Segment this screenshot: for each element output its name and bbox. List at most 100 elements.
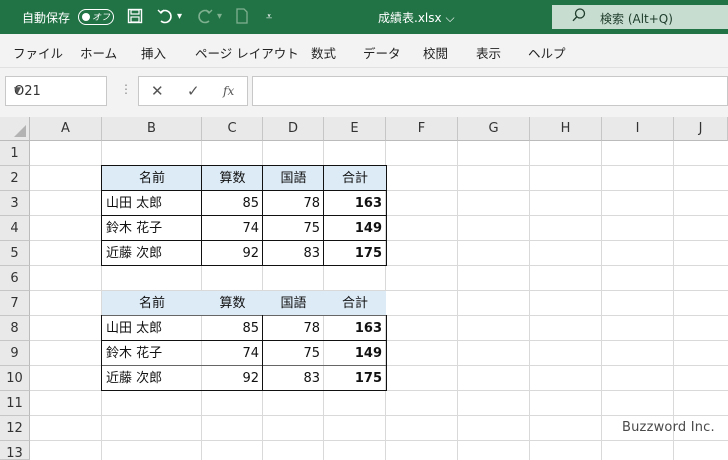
table1-header-japanese[interactable]: 国語 <box>263 166 324 191</box>
redo-icon[interactable] <box>196 8 214 28</box>
search-placeholder: 検索 (Alt+Q) <box>600 12 673 26</box>
column-header-f[interactable]: F <box>386 117 458 141</box>
autosave-toggle[interactable]: オフ <box>78 9 114 25</box>
row-header-12[interactable]: 12 <box>0 416 30 441</box>
redo-dropdown-icon[interactable]: ▾ <box>217 8 222 26</box>
tab-page-layout[interactable]: ページ レイアウト <box>195 43 299 62</box>
table2-cell-total[interactable]: 149 <box>324 341 386 366</box>
table2-cell-total[interactable]: 163 <box>324 316 386 341</box>
column-header-a[interactable]: A <box>30 117 102 141</box>
tab-formulas[interactable]: 数式 <box>311 43 336 62</box>
tab-data[interactable]: データ <box>363 43 401 62</box>
row-header-11[interactable]: 11 <box>0 391 30 416</box>
autosave-label: 自動保存 <box>22 11 71 25</box>
customize-qat-icon[interactable]: ⩡ <box>266 8 272 26</box>
table1-cell-japanese[interactable]: 83 <box>263 241 324 266</box>
table2-cell-name[interactable]: 山田 太郎 <box>102 316 202 341</box>
column-header-j[interactable]: J <box>674 117 728 141</box>
enter-icon[interactable]: ✓ <box>187 82 200 100</box>
row-header-13[interactable]: 13 <box>0 441 30 460</box>
gridline <box>673 141 674 460</box>
table2-header-japanese[interactable]: 国語 <box>263 291 324 316</box>
table2-cell-math[interactable]: 92 <box>202 366 263 391</box>
column-header-h[interactable]: H <box>530 117 602 141</box>
row-header-6[interactable]: 6 <box>0 266 30 291</box>
table1-cell-total[interactable]: 163 <box>324 191 386 216</box>
tab-home[interactable]: ホーム <box>80 43 117 62</box>
row-header-4[interactable]: 4 <box>0 216 30 241</box>
table2-cell-name[interactable]: 近藤 次郎 <box>102 366 202 391</box>
column-header-d[interactable]: D <box>263 117 324 141</box>
function-icon[interactable]: fx <box>223 84 234 98</box>
table2-cell-total[interactable]: 175 <box>324 366 386 391</box>
toggle-label: オフ <box>92 13 111 23</box>
table1-cell-japanese[interactable]: 78 <box>263 191 324 216</box>
table1-cell-name[interactable]: 山田 太郎 <box>102 191 202 216</box>
row-header-10[interactable]: 10 <box>0 366 30 391</box>
table1-cell-math[interactable]: 74 <box>202 216 263 241</box>
gridline <box>529 141 530 460</box>
drag-handle-icon[interactable]: ⋮ <box>120 82 132 96</box>
chevron-down-icon[interactable]: ▼ <box>14 86 100 96</box>
tab-review[interactable]: 校閲 <box>423 43 448 62</box>
column-header-g[interactable]: G <box>458 117 530 141</box>
gridline <box>601 141 602 460</box>
search-box[interactable]: 検索 (Alt+Q) <box>552 5 728 29</box>
table-border <box>101 215 387 216</box>
table2-header-math[interactable]: 算数 <box>202 291 263 316</box>
table2-cell-japanese[interactable]: 78 <box>263 316 324 341</box>
formula-buttons: ✕ ✓ fx <box>138 76 248 106</box>
formula-input[interactable] <box>252 76 728 106</box>
column-header-e[interactable]: E <box>324 117 386 141</box>
column-header-b[interactable]: B <box>102 117 202 141</box>
row-header-1[interactable]: 1 <box>0 141 30 166</box>
table1-cell-total[interactable]: 149 <box>324 216 386 241</box>
formula-bar: O21 ▼ ⋮ ✕ ✓ fx <box>0 68 728 117</box>
tab-view[interactable]: 表示 <box>476 43 501 62</box>
table2-cell-name[interactable]: 鈴木 花子 <box>102 341 202 366</box>
column-header-i[interactable]: I <box>602 117 674 141</box>
table1-header-name[interactable]: 名前 <box>102 166 202 191</box>
undo-dropdown-icon[interactable]: ▾ <box>177 8 182 26</box>
column-header-c[interactable]: C <box>202 117 263 141</box>
table2-cell-math[interactable]: 74 <box>202 341 263 366</box>
toggle-knob <box>82 12 90 21</box>
table2-cell-math[interactable]: 85 <box>202 316 263 341</box>
name-box[interactable]: O21 ▼ <box>5 76 107 106</box>
select-all-corner[interactable] <box>0 117 30 141</box>
row-header-2[interactable]: 2 <box>0 166 30 191</box>
table-border <box>101 240 387 241</box>
table2-header-name[interactable]: 名前 <box>102 291 202 316</box>
watermark: Buzzword Inc. <box>622 420 715 435</box>
tab-help[interactable]: ヘルプ <box>528 43 566 62</box>
table-border <box>101 165 102 266</box>
table1-header-total[interactable]: 合計 <box>324 166 386 191</box>
row-header-9[interactable]: 9 <box>0 341 30 366</box>
row-header-8[interactable]: 8 <box>0 316 30 341</box>
document-icon[interactable] <box>235 8 249 28</box>
table2-header-total[interactable]: 合計 <box>324 291 386 316</box>
table2-cell-japanese[interactable]: 75 <box>263 341 324 366</box>
undo-icon[interactable] <box>156 8 174 28</box>
table1-cell-japanese[interactable]: 75 <box>263 216 324 241</box>
row-header-3[interactable]: 3 <box>0 191 30 216</box>
table-border <box>262 315 263 391</box>
save-icon[interactable] <box>127 8 143 28</box>
title-bar: 自動保存 オフ ▾ ▾ ⩡ 成績表.xlsx ⌵ 検索 (Alt+Q) <box>0 0 728 34</box>
row-header-7[interactable]: 7 <box>0 291 30 316</box>
tab-file[interactable]: ファイル <box>13 43 63 62</box>
table1-cell-math[interactable]: 85 <box>202 191 263 216</box>
table-border <box>201 165 202 266</box>
table1-header-math[interactable]: 算数 <box>202 166 263 191</box>
table-border <box>101 165 387 166</box>
row-header-5[interactable]: 5 <box>0 241 30 266</box>
table2-cell-japanese[interactable]: 83 <box>263 366 324 391</box>
table1-cell-math[interactable]: 92 <box>202 241 263 266</box>
table-border <box>101 315 102 391</box>
file-name[interactable]: 成績表.xlsx ⌵ <box>378 9 455 26</box>
tab-insert[interactable]: 挿入 <box>141 43 166 62</box>
cancel-icon[interactable]: ✕ <box>151 82 164 100</box>
table1-cell-total[interactable]: 175 <box>324 241 386 266</box>
table1-cell-name[interactable]: 鈴木 花子 <box>102 216 202 241</box>
table1-cell-name[interactable]: 近藤 次郎 <box>102 241 202 266</box>
